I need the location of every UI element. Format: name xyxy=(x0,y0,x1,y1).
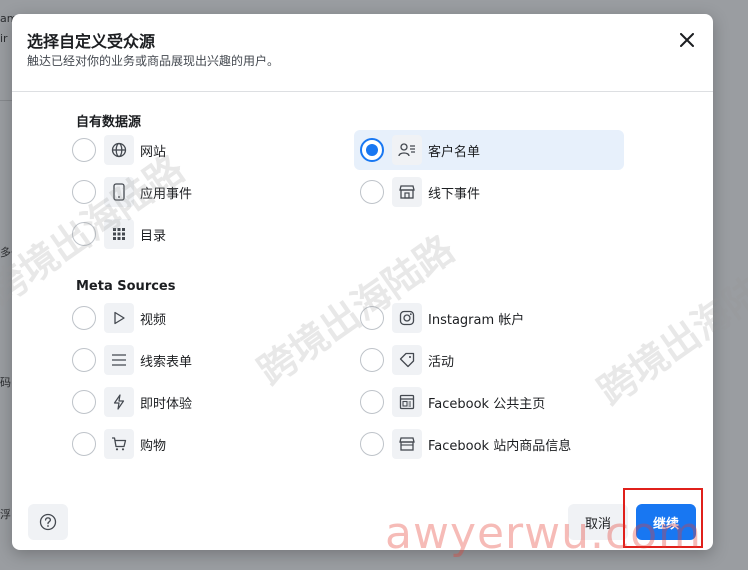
option-label: Instagram 帐户 xyxy=(428,312,525,328)
page-icon xyxy=(392,387,422,417)
cart-icon xyxy=(104,429,134,459)
dialog-subtitle: 触达已经对你的业务或商品展现出兴趣的用户。 xyxy=(27,54,280,68)
option-shopping[interactable]: 购物 xyxy=(72,424,342,464)
option-facebook-shop-listings[interactable]: Facebook 站内商品信息 xyxy=(360,424,624,464)
option-label: 客户名单 xyxy=(428,144,481,160)
continue-button[interactable]: 继续 xyxy=(636,504,696,540)
option-label: Facebook 站内商品信息 xyxy=(428,438,572,454)
section-title-own-sources: 自有数据源 xyxy=(76,115,142,130)
option-instagram-account[interactable]: Instagram 帐户 xyxy=(360,298,624,338)
option-label: 购物 xyxy=(140,438,167,454)
close-icon xyxy=(680,33,694,47)
option-label: 即时体验 xyxy=(140,396,193,412)
radio-button[interactable] xyxy=(360,138,384,162)
dialog-header: 选择自定义受众源 触达已经对你的业务或商品展现出兴趣的用户。 xyxy=(12,14,713,92)
radio-button[interactable] xyxy=(360,180,384,204)
option-label: 目录 xyxy=(140,228,167,244)
instagram-icon xyxy=(392,303,422,333)
option-video[interactable]: 视频 xyxy=(72,298,342,338)
tag-icon xyxy=(392,345,422,375)
custom-audience-source-dialog: 选择自定义受众源 触达已经对你的业务或商品展现出兴趣的用户。 自有数据源 网站 … xyxy=(12,14,713,550)
mobile-icon xyxy=(104,177,134,207)
option-events[interactable]: 活动 xyxy=(360,340,624,380)
store-icon xyxy=(392,177,422,207)
cancel-button[interactable]: 取消 xyxy=(568,504,628,540)
option-label: 视频 xyxy=(140,312,167,328)
globe-icon xyxy=(104,135,134,165)
option-offline-events[interactable]: 线下事件 xyxy=(360,172,624,212)
radio-button[interactable] xyxy=(72,348,96,372)
background-divider xyxy=(0,100,12,101)
option-customer-list[interactable]: 客户名单 xyxy=(354,130,624,170)
radio-button[interactable] xyxy=(360,306,384,330)
option-app-events[interactable]: 应用事件 xyxy=(72,172,342,212)
radio-button[interactable] xyxy=(72,306,96,330)
option-facebook-page[interactable]: Facebook 公共主页 xyxy=(360,382,624,422)
background-text: 码 xyxy=(0,376,11,389)
radio-button[interactable] xyxy=(72,432,96,456)
help-button[interactable] xyxy=(28,504,68,540)
radio-button[interactable] xyxy=(360,390,384,414)
option-website[interactable]: 网站 xyxy=(72,130,342,170)
play-icon xyxy=(104,303,134,333)
section-title-meta-sources: Meta Sources xyxy=(76,279,176,294)
option-lead-form[interactable]: 线索表单 xyxy=(72,340,342,380)
contact-list-icon xyxy=(392,135,422,165)
option-label: 应用事件 xyxy=(140,186,193,202)
radio-button[interactable] xyxy=(72,390,96,414)
radio-button[interactable] xyxy=(72,180,96,204)
radio-button[interactable] xyxy=(360,432,384,456)
grid-icon xyxy=(104,219,134,249)
background-text: 浮 xyxy=(0,508,11,521)
option-instant-experience[interactable]: 即时体验 xyxy=(72,382,342,422)
radio-button[interactable] xyxy=(360,348,384,372)
close-button[interactable] xyxy=(675,28,699,52)
option-label: 线下事件 xyxy=(428,186,481,202)
list-icon xyxy=(104,345,134,375)
radio-button[interactable] xyxy=(72,222,96,246)
shop-icon xyxy=(392,429,422,459)
radio-button[interactable] xyxy=(72,138,96,162)
background-text: ir xyxy=(0,32,8,45)
dialog-title: 选择自定义受众源 xyxy=(27,32,156,51)
option-label: 线索表单 xyxy=(140,354,193,370)
lightning-icon xyxy=(104,387,134,417)
option-catalog[interactable]: 目录 xyxy=(72,214,342,254)
option-label: 活动 xyxy=(428,354,455,370)
option-label: 网站 xyxy=(140,144,167,160)
help-icon xyxy=(39,513,57,531)
option-label: Facebook 公共主页 xyxy=(428,396,546,412)
